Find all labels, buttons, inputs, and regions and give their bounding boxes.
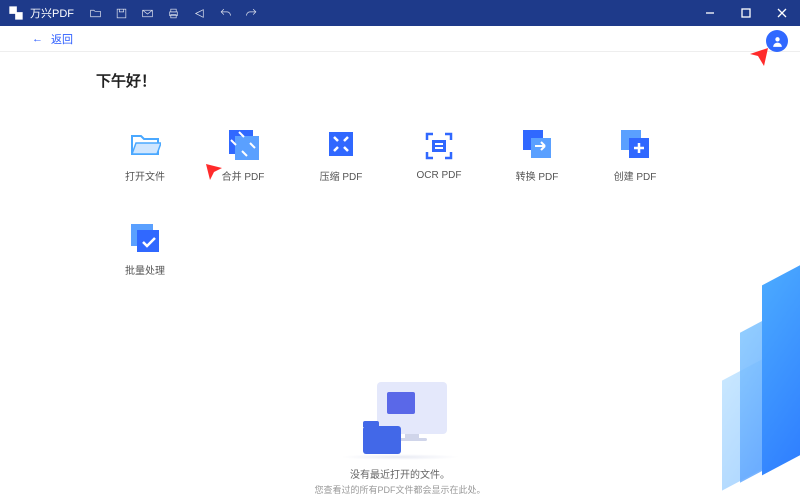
batch-icon xyxy=(129,222,161,254)
empty-state: 没有最近打开的文件。 您查看过的所有PDF文件都会显示在此处。 xyxy=(0,382,800,500)
empty-title: 没有最近打开的文件。 xyxy=(350,466,450,481)
empty-illustration xyxy=(345,382,455,460)
convert-pdf-tile[interactable]: 转换 PDF xyxy=(488,117,586,193)
tile-label: 合并 PDF xyxy=(222,168,265,183)
maximize-button[interactable] xyxy=(728,0,764,26)
merge-icon xyxy=(227,128,259,160)
mail-icon[interactable] xyxy=(140,6,154,20)
folder-open-icon xyxy=(129,128,161,160)
greeting-text: 下午好！ xyxy=(96,70,800,91)
create-icon xyxy=(619,128,651,160)
action-grid: 打开文件 合并 PDF 压缩 PDF OCR PDF 转换 PDF 创建 PDF xyxy=(96,117,696,193)
titlebar: 万兴PDF xyxy=(0,0,800,26)
tile-label: 压缩 PDF xyxy=(320,168,363,183)
app-title: 万兴PDF xyxy=(30,5,74,21)
open-file-tile[interactable]: 打开文件 xyxy=(96,117,194,193)
create-pdf-tile[interactable]: 创建 PDF xyxy=(586,117,684,193)
back-bar: ← 返回 xyxy=(0,26,800,52)
back-arrow-icon[interactable]: ← xyxy=(32,33,43,45)
undo-icon[interactable] xyxy=(218,6,232,20)
user-avatar-button[interactable] xyxy=(766,30,788,52)
minimize-button[interactable] xyxy=(692,0,728,26)
print-icon[interactable] xyxy=(166,6,180,20)
close-button[interactable] xyxy=(764,0,800,26)
tile-label: 打开文件 xyxy=(125,168,165,183)
folder-icon[interactable] xyxy=(88,6,102,20)
share-icon[interactable] xyxy=(192,6,206,20)
ocr-pdf-tile[interactable]: OCR PDF xyxy=(390,117,488,193)
user-icon xyxy=(771,35,784,48)
tile-label: 转换 PDF xyxy=(516,168,559,183)
ocr-icon xyxy=(423,130,455,162)
back-label[interactable]: 返回 xyxy=(51,31,73,47)
tile-label: 创建 PDF xyxy=(614,168,657,183)
batch-process-tile[interactable]: 批量处理 xyxy=(96,211,194,287)
convert-icon xyxy=(521,128,553,160)
tile-label: OCR PDF xyxy=(417,170,462,181)
save-icon[interactable] xyxy=(114,6,128,20)
merge-pdf-tile[interactable]: 合并 PDF xyxy=(194,117,292,193)
compress-pdf-tile[interactable]: 压缩 PDF xyxy=(292,117,390,193)
empty-subtitle: 您查看过的所有PDF文件都会显示在此处。 xyxy=(314,483,485,496)
redo-icon[interactable] xyxy=(244,6,258,20)
tile-label: 批量处理 xyxy=(125,262,165,277)
compress-icon xyxy=(325,128,357,160)
app-logo-icon xyxy=(6,3,26,23)
